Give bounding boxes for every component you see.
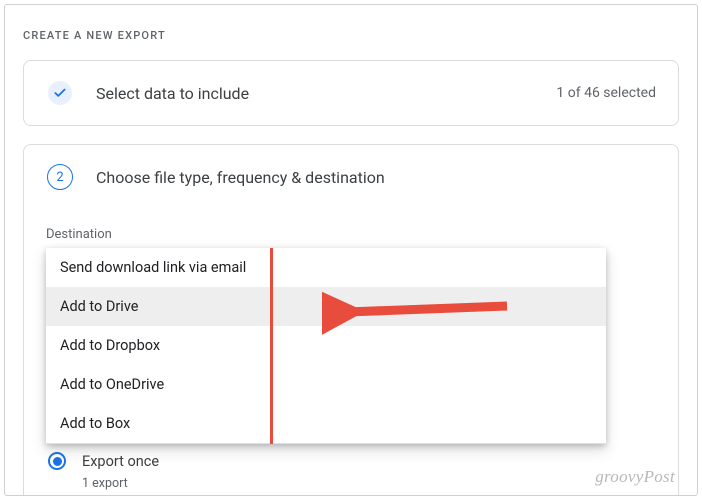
step-1-header: Select data to include 1 of 46 selected (24, 61, 678, 125)
option-email-link[interactable]: Send download link via email (46, 248, 606, 287)
radio-icon (48, 452, 66, 470)
option-add-to-onedrive[interactable]: Add to OneDrive (46, 365, 606, 404)
watermark: groovyPost (595, 467, 675, 487)
step-2-header: 2 Choose file type, frequency & destinat… (24, 145, 678, 209)
page-header: CREATE A NEW EXPORT (23, 29, 679, 42)
check-icon (48, 81, 72, 105)
step-1-title: Select data to include (96, 84, 556, 103)
step-number-icon: 2 (47, 164, 73, 190)
step-1-status: 1 of 46 selected (556, 85, 656, 101)
destination-dropdown[interactable]: Send download link via email Add to Driv… (46, 248, 606, 444)
step-1-card[interactable]: Select data to include 1 of 46 selected (23, 60, 679, 126)
option-add-to-drive[interactable]: Add to Drive (46, 287, 606, 326)
step-2-card: 2 Choose file type, frequency & destinat… (23, 144, 679, 496)
frequency-export-once-sub: 1 export (82, 476, 678, 491)
option-add-to-box[interactable]: Add to Box (46, 404, 606, 444)
step-1-indicator (46, 79, 74, 107)
step-2-indicator: 2 (46, 163, 74, 191)
step-2-title: Choose file type, frequency & destinatio… (96, 168, 656, 187)
frequency-export-once[interactable]: Export once (48, 452, 678, 470)
frequency-export-once-label: Export once (82, 453, 159, 470)
destination-label: Destination (46, 227, 678, 242)
option-add-to-dropbox[interactable]: Add to Dropbox (46, 326, 606, 365)
